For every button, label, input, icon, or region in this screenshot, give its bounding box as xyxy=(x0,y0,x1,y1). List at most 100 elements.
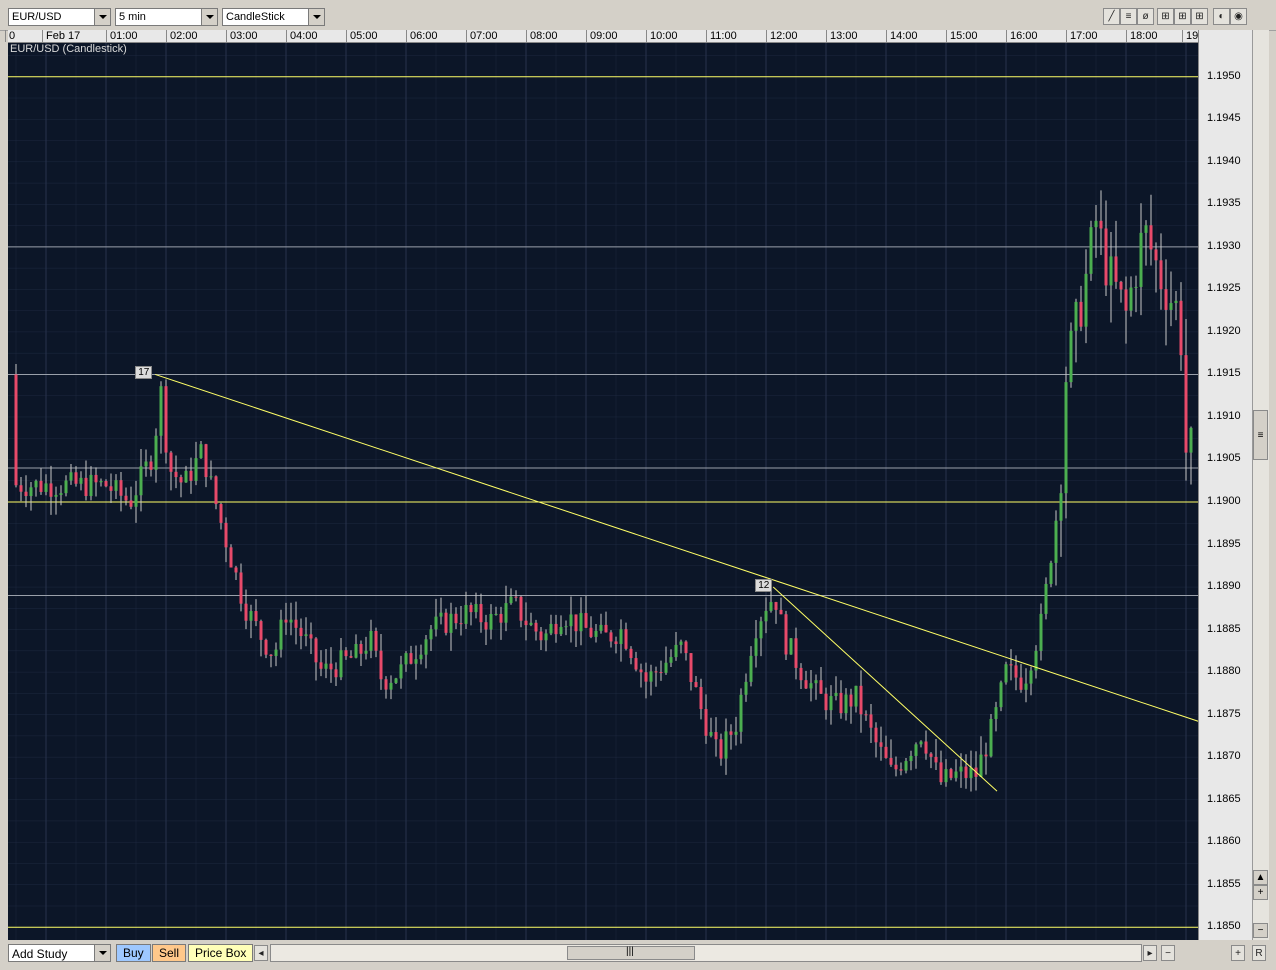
zoom-out-icon[interactable]: − xyxy=(1161,945,1175,961)
buy-button[interactable]: Buy xyxy=(116,944,151,962)
candle xyxy=(584,595,588,629)
scroll-left-icon[interactable]: ◂ xyxy=(254,945,268,961)
time-tick-label: 17:00 xyxy=(1066,30,1098,42)
candle-body-down xyxy=(534,622,538,632)
candle-body-up xyxy=(769,602,773,611)
candle-body-down xyxy=(879,742,883,747)
candle-body-down xyxy=(479,604,483,623)
candle xyxy=(509,588,513,605)
zoom-in-icon[interactable]: + xyxy=(1231,945,1245,961)
zoom-in-icon[interactable]: + xyxy=(1253,885,1268,900)
candle xyxy=(1054,510,1058,586)
candle xyxy=(339,637,343,681)
price-box-button[interactable]: Price Box xyxy=(188,944,254,962)
candle-body-up xyxy=(29,487,33,497)
candle xyxy=(164,379,168,464)
price-tick-label: 1.1855 xyxy=(1207,877,1241,890)
scroll-right-icon[interactable]: ▸ xyxy=(1143,945,1157,961)
candle-body-down xyxy=(49,483,53,497)
grid-tool-icon[interactable]: ⊞ xyxy=(1157,8,1174,25)
candle xyxy=(194,441,198,486)
trend-marker-12[interactable]: 12 xyxy=(755,579,773,593)
candle-body-up xyxy=(664,662,668,673)
candle-body-up xyxy=(59,493,63,495)
chart-style-select[interactable]: CandleStick xyxy=(222,8,325,26)
candle xyxy=(199,441,203,459)
candle-body-down xyxy=(299,627,303,637)
candle-body-down xyxy=(984,754,988,757)
candle xyxy=(799,663,803,690)
candle-body-down xyxy=(689,653,693,683)
candle-body-up xyxy=(414,659,418,664)
candle-body-down xyxy=(774,602,778,610)
price-axis[interactable]: 1.1950 1.1945 1.1940 1.1935 1.1930 1.1925 1.19… xyxy=(1198,30,1253,940)
candle xyxy=(834,676,838,701)
price-tick-label: 1.1920 xyxy=(1207,324,1241,337)
candle-body-up xyxy=(1059,493,1063,521)
candle-body-up xyxy=(324,663,328,669)
candle-body-down xyxy=(254,611,258,622)
candle-body-down xyxy=(659,672,663,674)
sell-button[interactable]: Sell xyxy=(152,944,187,962)
settings-icon[interactable]: ◉ xyxy=(1230,8,1247,25)
channel-tool-icon[interactable]: ≡ xyxy=(1120,8,1137,25)
candle xyxy=(224,517,228,563)
candle-body-up xyxy=(1039,613,1043,651)
candle-body-down xyxy=(874,727,878,743)
chart-area[interactable]: EUR/USD (Candlestick) 17 12 xyxy=(8,30,1252,940)
candle xyxy=(1074,298,1078,363)
horizontal-scroll-thumb[interactable]: ||| xyxy=(567,946,695,960)
candle-body-down xyxy=(149,461,153,470)
vertical-scroll-thumb[interactable]: ≡ xyxy=(1253,410,1268,460)
candle xyxy=(454,607,458,630)
vertical-scrollbar[interactable]: ≡ ▲ + − xyxy=(1252,30,1269,940)
candle xyxy=(84,460,88,501)
add-study-select[interactable]: Add Study xyxy=(8,944,111,962)
candle-body-down xyxy=(409,653,413,664)
draw-line-icon[interactable]: ╱ xyxy=(1103,8,1120,25)
zoom-icon[interactable]: ◐ xyxy=(1213,8,1230,25)
candle xyxy=(64,475,68,497)
price-chart[interactable] xyxy=(8,30,1198,940)
symbol-select[interactable]: EUR/USD xyxy=(8,8,111,26)
time-tick-label: 12:00 xyxy=(766,30,798,42)
levels-tool-icon[interactable]: ⊞ xyxy=(1191,8,1208,25)
trend-marker-17[interactable]: 17 xyxy=(135,366,153,380)
candle xyxy=(254,599,258,627)
chevron-down-icon[interactable] xyxy=(201,9,217,25)
candle xyxy=(944,759,948,787)
candle xyxy=(929,752,933,769)
interval-select[interactable]: 5 min xyxy=(115,8,218,26)
time-axis[interactable]: 0 Feb 17 01:00 02:00 03:00 04:00 05:00 06:00 07:… xyxy=(5,30,1198,43)
candle xyxy=(1139,203,1143,316)
candle xyxy=(819,666,823,695)
candle-body-down xyxy=(1079,301,1083,327)
price-tick-label: 1.1885 xyxy=(1207,622,1241,635)
time-tick-label: 08:00 xyxy=(526,30,558,42)
candle-body-up xyxy=(1054,520,1058,563)
scroll-up-icon[interactable]: ▲ xyxy=(1253,870,1268,885)
candle xyxy=(714,717,718,757)
candle-body-down xyxy=(164,386,168,453)
candle-body-down xyxy=(1164,289,1168,310)
candle xyxy=(439,597,443,625)
chevron-down-icon[interactable] xyxy=(94,9,110,25)
candle-body-down xyxy=(799,667,803,681)
erase-tool-icon[interactable]: ø xyxy=(1137,8,1154,25)
candle xyxy=(159,381,163,454)
trendline xyxy=(155,373,1198,722)
horizontal-scrollbar[interactable]: ||| xyxy=(270,944,1142,962)
candle xyxy=(119,471,123,512)
candle xyxy=(464,591,468,630)
candle xyxy=(999,680,1003,712)
chevron-down-icon[interactable] xyxy=(94,945,110,961)
candle xyxy=(1129,276,1133,317)
zoom-out-icon[interactable]: − xyxy=(1253,923,1268,938)
candle xyxy=(384,676,388,699)
fib-tool-icon[interactable]: ⊞ xyxy=(1174,8,1191,25)
candle-body-down xyxy=(629,648,633,659)
candle xyxy=(649,664,653,696)
reset-button[interactable]: R xyxy=(1252,945,1266,961)
chevron-down-icon[interactable] xyxy=(308,9,324,25)
candle-body-up xyxy=(494,613,498,615)
